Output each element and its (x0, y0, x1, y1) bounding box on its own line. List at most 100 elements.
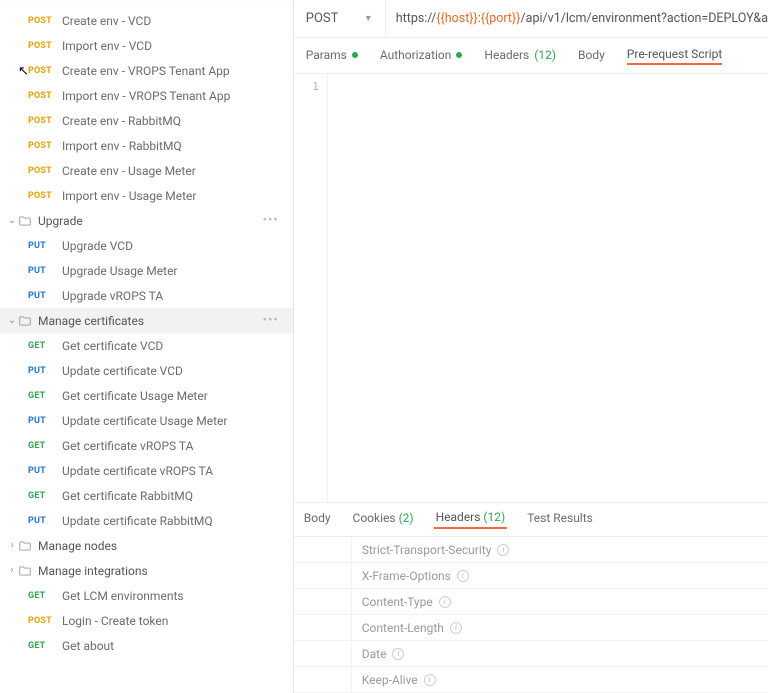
more-actions-icon[interactable]: ••• (263, 313, 279, 328)
request-item-label: Upgrade VCD (62, 239, 133, 253)
response-header-row[interactable]: Strict-Transport-Securityi (294, 537, 768, 563)
request-item[interactable]: POST Create env - RabbitMQ (0, 108, 293, 133)
info-icon[interactable]: i (497, 544, 509, 556)
folder-row[interactable]: › Manage integrations (0, 558, 293, 583)
response-header-label: Content-Length (362, 621, 444, 635)
tab-authorization[interactable]: Authorization (380, 48, 463, 64)
response-header-row[interactable]: Datei (294, 641, 768, 667)
request-item[interactable]: POST Create env - VCD (0, 8, 293, 33)
http-method-select[interactable]: POST ▼ (294, 0, 386, 37)
resp-tab-cookies[interactable]: Cookies (2) (351, 511, 416, 528)
info-icon[interactable]: i (450, 622, 462, 634)
info-icon[interactable]: i (457, 570, 469, 582)
request-url-bar: POST ▼ https://{{host}}:{{port}}/api/v1/… (294, 0, 768, 38)
request-item[interactable]: POSTImport env - Usage Meter (0, 183, 293, 208)
tab-auth-label: Authorization (380, 48, 452, 62)
request-item-label: Update certificate RabbitMQ (62, 514, 213, 528)
http-method-badge: GET (28, 441, 58, 451)
request-item[interactable]: PUTUpgrade vROPS TA (0, 283, 293, 308)
tab-prerequest-script[interactable]: Pre-request Script (627, 47, 722, 65)
request-item-label: Get certificate RabbitMQ (62, 489, 193, 503)
info-icon[interactable]: i (424, 674, 436, 686)
http-method-badge: GET (28, 391, 58, 401)
http-method-badge: GET (28, 491, 58, 501)
chevron-right-icon[interactable]: › (6, 565, 18, 576)
folder-row[interactable]: ⌄Manage certificates••• (0, 308, 293, 333)
request-item-label: Get about (62, 639, 114, 653)
request-item-label: Update certificate VCD (62, 364, 183, 378)
folder-label: Manage integrations (38, 564, 148, 578)
request-item[interactable]: POSTCreate env - Usage Meter (0, 158, 293, 183)
response-header-row[interactable]: Content-Type i (294, 589, 768, 615)
request-item-label: Create env - VCD (62, 14, 151, 28)
request-panel: POST ▼ https://{{host}}:{{port}}/api/v1/… (294, 0, 768, 693)
response-header-row[interactable]: X-Frame-Optionsi (294, 563, 768, 589)
request-item[interactable]: GET Get certificate Usage Meter (0, 383, 293, 408)
request-item[interactable]: POST Login - Create token (0, 608, 293, 633)
request-item[interactable]: POSTCreate env - VROPS Tenant App (0, 58, 293, 83)
editor-body[interactable] (328, 74, 768, 502)
chevron-right-icon[interactable]: › (6, 540, 18, 551)
request-item[interactable]: PUTUpgrade Usage Meter (0, 258, 293, 283)
status-dot-icon (456, 52, 462, 58)
response-header-row[interactable]: Keep-Alive i (294, 667, 768, 693)
request-url-input[interactable]: https://{{host}}:{{port}}/api/v1/lcm/env… (386, 0, 768, 37)
header-row-gutter (294, 589, 352, 614)
response-header-label: Date (362, 647, 387, 661)
folder-icon (18, 214, 32, 228)
more-actions-icon[interactable]: ••• (263, 213, 279, 228)
response-header-name: Content-Length i (352, 621, 462, 635)
response-header-name: Content-Type i (352, 595, 451, 609)
http-method-badge: PUT (28, 241, 58, 251)
request-item[interactable]: PUTUpdate certificate VCD (0, 358, 293, 383)
status-dot-icon (352, 52, 358, 58)
resp-tab-body[interactable]: Body (302, 511, 333, 528)
folder-label: Manage nodes (38, 539, 117, 553)
request-item-label: Upgrade Usage Meter (62, 264, 178, 278)
tab-headers[interactable]: Headers (12) (484, 48, 556, 64)
chevron-down-icon[interactable]: ⌄ (6, 315, 18, 326)
request-item[interactable]: POSTImport env - VROPS Tenant App (0, 83, 293, 108)
folder-row[interactable]: ⌄Upgrade••• (0, 208, 293, 233)
chevron-down-icon[interactable]: ⌄ (6, 215, 18, 226)
request-item[interactable]: PUTUpdate certificate Usage Meter (0, 408, 293, 433)
folder-icon (18, 564, 32, 578)
tab-headers-count: (12) (534, 48, 556, 62)
http-method-badge: POST (28, 16, 58, 26)
request-item[interactable]: PUT Update certificate RabbitMQ (0, 508, 293, 533)
script-editor[interactable]: 1 (294, 74, 768, 503)
request-item[interactable]: GETGet about (0, 633, 293, 658)
sidebar-top-edge (0, 0, 293, 8)
request-item[interactable]: GETGet certificate vROPS TA (0, 433, 293, 458)
http-method-badge: PUT (28, 516, 58, 526)
http-method-badge: POST (28, 116, 58, 126)
request-item[interactable]: POSTImport env - VCD (0, 33, 293, 58)
request-item[interactable]: GET Get certificate RabbitMQ (0, 483, 293, 508)
info-icon[interactable]: i (392, 648, 404, 660)
folder-row[interactable]: › Manage nodes (0, 533, 293, 558)
response-tabs: Body Cookies (2) Headers (12) Test Resul… (294, 503, 768, 537)
request-item[interactable]: GETGet LCM environments (0, 583, 293, 608)
response-header-label: Keep-Alive (362, 673, 418, 687)
http-method-badge: POST (28, 66, 58, 76)
http-method-badge: POST (28, 616, 58, 626)
folder-icon (18, 539, 32, 553)
request-item-label: Get certificate Usage Meter (62, 389, 208, 403)
request-item-label: Create env - RabbitMQ (62, 114, 181, 128)
tab-params[interactable]: Params (306, 48, 358, 64)
request-item[interactable]: POSTImport env - RabbitMQ (0, 133, 293, 158)
request-item-label: Login - Create token (62, 614, 168, 628)
resp-tab-headers[interactable]: Headers (12) (434, 510, 508, 529)
tab-body[interactable]: Body (578, 48, 605, 64)
response-header-row[interactable]: Content-Length i (294, 615, 768, 641)
resp-tab-test-results[interactable]: Test Results (525, 511, 595, 528)
request-item[interactable]: GETGet certificate VCD (0, 333, 293, 358)
request-item-label: Create env - Usage Meter (62, 164, 196, 178)
header-row-gutter (294, 641, 352, 666)
response-header-label: Content-Type (362, 595, 433, 609)
tab-params-label: Params (306, 48, 347, 62)
request-item-label: Import env - VCD (62, 39, 152, 53)
info-icon[interactable]: i (439, 596, 451, 608)
request-item[interactable]: PUT Upgrade VCD (0, 233, 293, 258)
request-item[interactable]: PUTUpdate certificate vROPS TA (0, 458, 293, 483)
